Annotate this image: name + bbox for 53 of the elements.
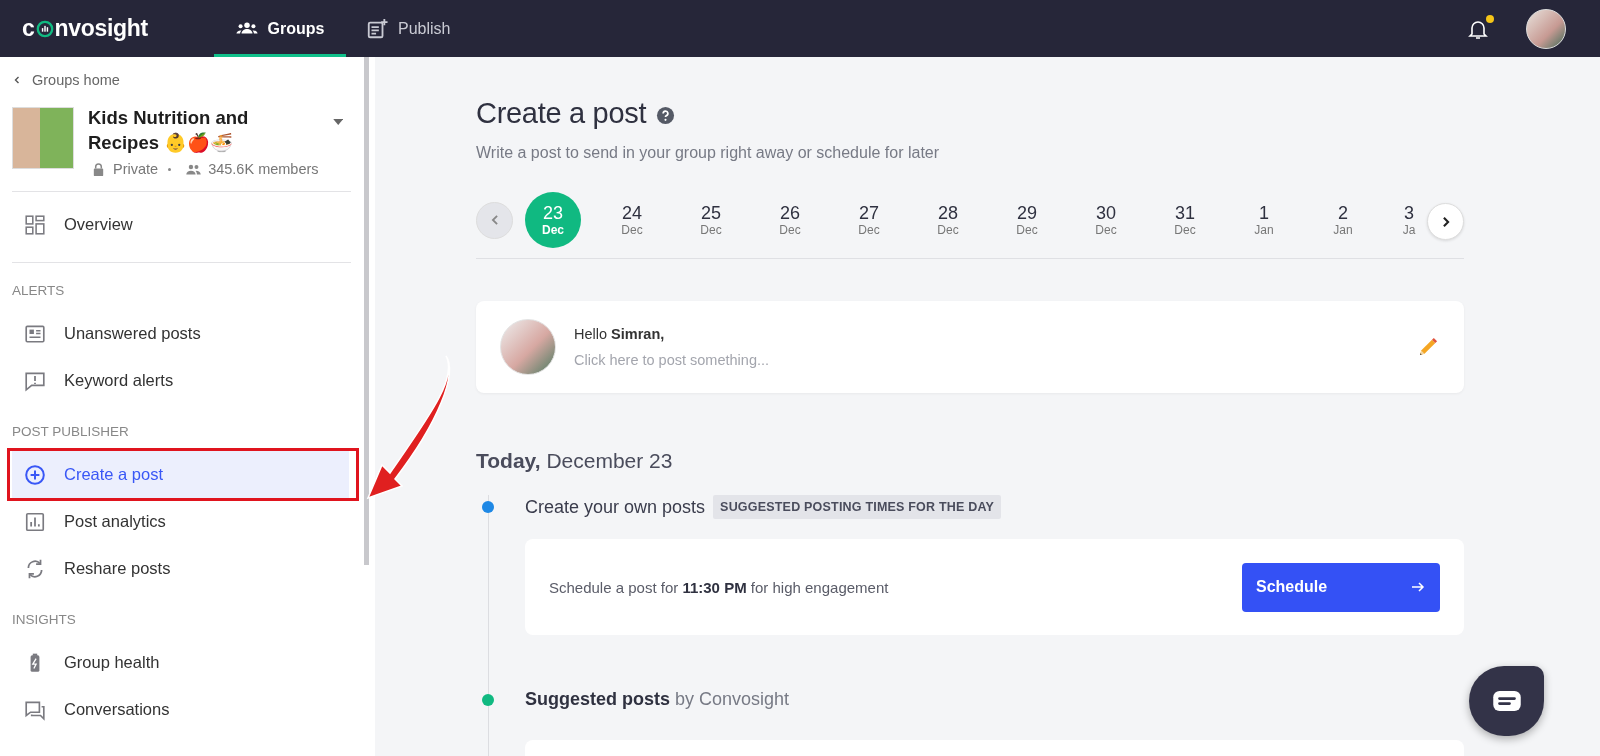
note-plus-icon bbox=[366, 17, 388, 40]
nav-tab[interactable]: Publish bbox=[346, 0, 471, 57]
sidebar-item[interactable]: Reshare posts bbox=[12, 545, 349, 592]
section-title: Create your own posts bbox=[525, 496, 706, 518]
date-chip[interactable]: 2 Jan bbox=[1315, 192, 1371, 248]
list-icon bbox=[24, 322, 46, 345]
sidebar-item[interactable]: Group health bbox=[12, 639, 349, 686]
member-count: 345.6K members bbox=[208, 161, 319, 177]
brand-logo[interactable]: c nvosight bbox=[22, 15, 194, 42]
schedule-button[interactable]: Schedule bbox=[1242, 562, 1440, 612]
post-placeholder: Click here to post something... bbox=[574, 352, 771, 368]
privacy-label: Private bbox=[113, 161, 159, 177]
section-title: Suggested posts by Convosight bbox=[525, 689, 790, 710]
date-chip[interactable]: 31 Dec bbox=[1157, 192, 1213, 248]
sidebar-item[interactable]: Keyword alerts bbox=[12, 357, 349, 404]
composer-card[interactable]: Hello Simran, Click here to post something... bbox=[476, 301, 1464, 393]
group-photo-placeholder bbox=[12, 107, 74, 169]
greeting-text: Hello Simran, bbox=[574, 326, 666, 342]
date-chip[interactable]: 26 Dec bbox=[762, 192, 818, 248]
caret-icon[interactable] bbox=[332, 119, 343, 125]
sidebar-item[interactable]: Overview bbox=[12, 201, 349, 248]
chevron-left-icon bbox=[12, 75, 22, 85]
date-chip[interactable]: 24 Dec bbox=[604, 192, 660, 248]
date-heading: Today, December 23 bbox=[476, 449, 674, 473]
plus-circle-icon bbox=[24, 463, 46, 486]
sidebar-item[interactable]: Conversations bbox=[12, 686, 349, 733]
chat-icon bbox=[24, 698, 46, 721]
dashboard-icon bbox=[24, 213, 46, 236]
page-subtitle: Write a post to send in your group right away or schedule for later bbox=[476, 144, 941, 162]
page-title: Create a post bbox=[476, 97, 647, 130]
help-icon[interactable] bbox=[656, 106, 676, 125]
date-chip[interactable]: 27 Dec bbox=[841, 192, 897, 248]
suggestion-text: Schedule a post for 11:30 PM for high engagement bbox=[549, 578, 889, 596]
chat-icon bbox=[1491, 688, 1522, 714]
back-link[interactable]: Groups home bbox=[12, 72, 120, 88]
section-heading: ALERTS bbox=[12, 283, 66, 298]
date-chip[interactable]: 28 Dec bbox=[920, 192, 976, 248]
info-tag: SUGGESTED POSTING TIMES FOR THE DAY bbox=[713, 495, 1002, 519]
section-heading: INSIGHTS bbox=[12, 612, 77, 627]
sidebar-item[interactable]: Post analytics bbox=[12, 498, 349, 545]
avatar-photo-placeholder[interactable] bbox=[1526, 8, 1566, 49]
avatar-photo-placeholder bbox=[500, 319, 556, 375]
message-alert-icon bbox=[24, 369, 46, 392]
sidebar-item[interactable]: Unanswered posts bbox=[12, 310, 349, 357]
bar-chart-icon bbox=[24, 510, 46, 533]
date-chip[interactable]: 30 Dec bbox=[1078, 192, 1134, 248]
section-heading: POST PUBLISHER bbox=[12, 424, 130, 439]
date-chip[interactable]: 3 Ja bbox=[1394, 192, 1424, 248]
chat-button[interactable] bbox=[1469, 666, 1544, 736]
date-chip[interactable]: 1 Jan bbox=[1236, 192, 1292, 248]
date-chip[interactable]: 25 Dec bbox=[683, 192, 739, 248]
group-name: Kids Nutrition and Recipes 👶🍎🍜 bbox=[88, 106, 250, 155]
date-chip[interactable]: 29 Dec bbox=[999, 192, 1055, 248]
